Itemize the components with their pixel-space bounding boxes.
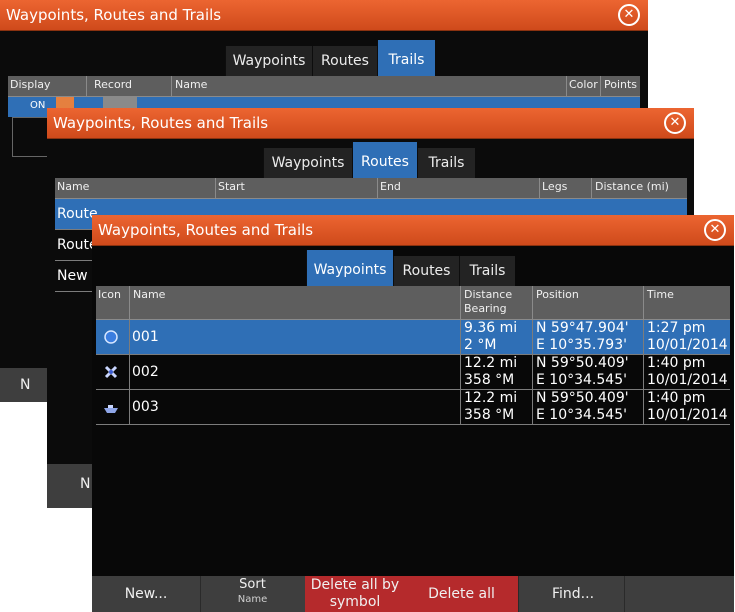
waypoint-lat: N 59°50.409' <box>536 390 629 406</box>
tab-bar: Waypoints Routes Trails <box>306 250 515 286</box>
col-end: End <box>380 180 401 193</box>
col-points: Points <box>604 78 638 91</box>
waypoint-name: 002 <box>132 364 159 380</box>
col-name: Name <box>57 180 90 193</box>
column-divider <box>460 320 461 425</box>
waypoint-time: 1:40 pm <box>647 355 706 371</box>
waypoint-name: 003 <box>132 399 159 415</box>
col-distance: Distance (mi) <box>595 180 669 193</box>
waypoint-bearing: 2 °M <box>464 337 497 353</box>
table-row[interactable]: 003 12.2 mi 358 °M N 59°50.409' E 10°34.… <box>96 390 730 425</box>
window-title: Waypoints, Routes and Trails <box>6 6 222 24</box>
waypoint-bearing: 358 °M <box>464 372 515 388</box>
col-distance: Distance <box>464 288 513 301</box>
waypoint-icon <box>104 330 118 348</box>
waypoint-lat: N 59°50.409' <box>536 355 629 371</box>
close-icon[interactable]: ✕ <box>664 112 686 134</box>
display-toggle-label: ON <box>30 100 46 111</box>
col-start: Start <box>218 180 245 193</box>
col-icon: Icon <box>98 288 121 301</box>
tab-waypoints[interactable]: Waypoints <box>306 250 393 286</box>
bottom-bar: New... Sort Name Delete all by symbol De… <box>92 576 734 612</box>
waypoint-lon: E 10°35.793' <box>536 337 627 353</box>
waypoint-name: 001 <box>132 329 159 345</box>
tab-bar: Waypoints Routes Trails <box>263 142 475 178</box>
tab-waypoints[interactable]: Waypoints <box>225 46 312 76</box>
cross-marker-icon <box>104 365 118 383</box>
tab-routes[interactable]: Routes <box>312 46 377 76</box>
find-button[interactable]: Find... <box>518 576 625 612</box>
column-divider <box>129 320 130 425</box>
waypoint-lon: E 10°34.545' <box>536 407 627 423</box>
waypoint-bearing: 358 °M <box>464 407 515 423</box>
route-name: New <box>57 268 88 284</box>
tab-trails[interactable]: Trails <box>459 256 515 286</box>
col-color: Color <box>569 78 598 91</box>
col-bearing: Bearing <box>464 302 507 315</box>
delete-all-button[interactable]: Delete all <box>405 576 519 612</box>
tab-routes[interactable]: Routes <box>393 256 459 286</box>
col-display: Display <box>10 78 51 91</box>
col-position: Position <box>536 288 579 301</box>
table-header: Icon Name Distance Bearing Position Time <box>96 286 730 320</box>
column-divider <box>532 320 533 425</box>
waypoint-distance: 12.2 mi <box>464 390 518 406</box>
waypoint-date: 10/01/2014 <box>647 372 728 388</box>
window-title: Waypoints, Routes and Trails <box>53 114 269 132</box>
waypoint-time: 1:27 pm <box>647 320 706 336</box>
col-record: Record <box>94 78 133 91</box>
title-bar: Waypoints, Routes and Trails ✕ <box>47 108 694 139</box>
tab-routes[interactable]: Routes <box>352 142 417 178</box>
waypoint-date: 10/01/2014 <box>647 407 728 423</box>
close-icon[interactable]: ✕ <box>704 219 726 241</box>
tab-bar: Waypoints Routes Trails <box>225 40 435 76</box>
table-row[interactable]: 001 9.36 mi 2 °M N 59°47.904' E 10°35.79… <box>96 320 730 355</box>
tab-trails[interactable]: Trails <box>377 40 435 76</box>
col-name: Name <box>175 78 208 91</box>
col-legs: Legs <box>542 180 568 193</box>
row-outline <box>12 117 52 157</box>
title-bar: Waypoints, Routes and Trails ✕ <box>0 0 648 31</box>
waypoint-lat: N 59°47.904' <box>536 320 629 336</box>
tab-waypoints[interactable]: Waypoints <box>263 148 352 178</box>
tab-trails[interactable]: Trails <box>417 148 475 178</box>
new-button[interactable]: New... <box>92 576 201 612</box>
title-bar: Waypoints, Routes and Trails ✕ <box>92 215 734 246</box>
col-time: Time <box>647 288 674 301</box>
col-name: Name <box>133 288 166 301</box>
close-icon[interactable]: ✕ <box>618 4 640 26</box>
waypoint-lon: E 10°34.545' <box>536 372 627 388</box>
waypoint-distance: 9.36 mi <box>464 320 518 336</box>
waypoint-time: 1:40 pm <box>647 390 706 406</box>
table-header: Name Start End Legs Distance (mi) <box>55 178 687 199</box>
table-header: Display Record Name Color Points <box>8 76 640 97</box>
window-title: Waypoints, Routes and Trails <box>98 221 314 239</box>
waypoint-date: 10/01/2014 <box>647 337 728 353</box>
waypoints-window: Waypoints, Routes and Trails ✕ Waypoints… <box>92 215 734 612</box>
delete-all-by-symbol-button[interactable]: Delete all by symbol <box>305 576 406 612</box>
waypoint-distance: 12.2 mi <box>464 355 518 371</box>
column-divider <box>643 320 644 425</box>
table-row[interactable]: 002 12.2 mi 358 °M N 59°50.409' E 10°34.… <box>96 355 730 390</box>
boat-icon <box>103 402 119 418</box>
sort-button[interactable]: Sort Name <box>200 576 306 612</box>
